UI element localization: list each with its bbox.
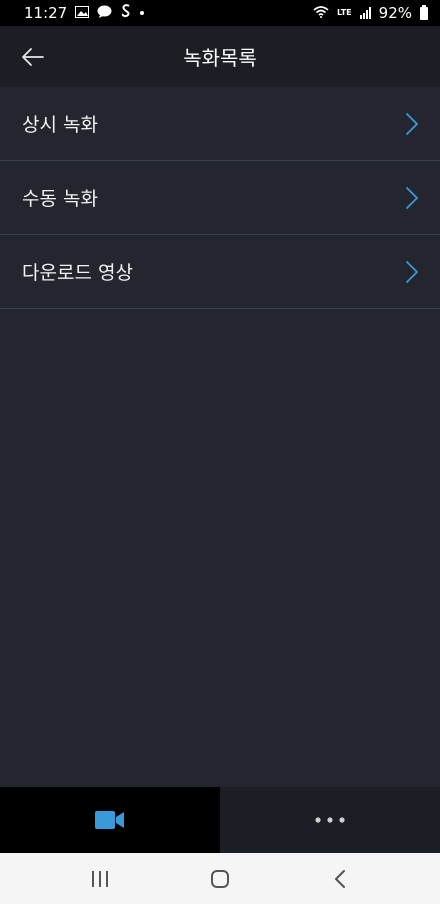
menu-item-continuous-recording[interactable]: 상시 녹화: [0, 87, 440, 161]
status-time: 11:27: [24, 4, 68, 22]
status-bar: 11:27 LTE 92%: [0, 0, 440, 26]
back-button[interactable]: [18, 42, 48, 72]
arrow-left-icon: [22, 48, 44, 66]
gallery-icon: [75, 4, 90, 22]
app-bar: 녹화목록: [0, 26, 440, 87]
battery-icon: [420, 4, 428, 20]
status-right: LTE 92%: [313, 4, 428, 22]
tab-more[interactable]: [220, 787, 440, 853]
signal-icon: [359, 7, 371, 19]
recents-icon: [92, 870, 108, 887]
status-left: 11:27: [24, 4, 145, 22]
chevron-right-icon: [406, 260, 418, 283]
video-camera-icon: [95, 811, 124, 829]
wifi-icon: [313, 4, 329, 22]
menu-item-label: 다운로드 영상: [22, 262, 133, 284]
battery-percent: 92%: [378, 4, 412, 22]
menu-item-label: 수동 녹화: [22, 188, 98, 210]
notification-dot-icon: [140, 11, 145, 15]
menu-item-manual-recording[interactable]: 수동 녹화: [0, 161, 440, 235]
system-back-button[interactable]: [320, 859, 360, 899]
home-button[interactable]: [200, 859, 240, 899]
back-icon: [335, 869, 345, 888]
menu-item-downloaded-videos[interactable]: 다운로드 영상: [0, 235, 440, 309]
system-nav-bar: [0, 853, 440, 904]
s-app-icon: [120, 4, 132, 22]
message-icon: [97, 4, 112, 22]
chevron-right-icon: [406, 112, 418, 135]
recording-list: 상시 녹화 수동 녹화 다운로드 영상: [0, 87, 440, 309]
menu-item-label: 상시 녹화: [22, 114, 98, 136]
recents-button[interactable]: [80, 859, 120, 899]
network-type: LTE: [336, 8, 352, 17]
bottom-nav: [0, 787, 440, 853]
home-icon: [211, 869, 229, 888]
tab-video[interactable]: [0, 787, 220, 853]
chevron-right-icon: [406, 186, 418, 209]
more-horizontal-icon: [315, 817, 345, 823]
page-title: 녹화목록: [183, 46, 257, 70]
